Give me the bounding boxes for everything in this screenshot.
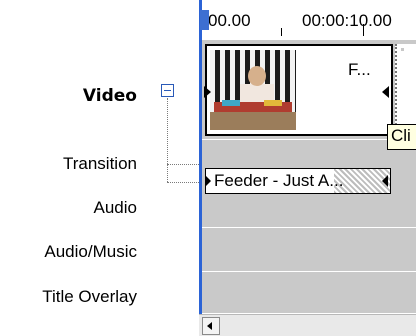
video-thumbnail xyxy=(210,50,296,130)
track-label-audio-music: Audio/Music xyxy=(44,242,137,261)
audio-clip-title: Feeder - Just A... xyxy=(214,171,344,190)
track-label-video: Video xyxy=(82,86,137,106)
next-video-clip[interactable] xyxy=(395,44,416,136)
clip-trim-right-handle[interactable] xyxy=(382,86,389,98)
horizontal-scrollbar[interactable] xyxy=(199,314,416,336)
video-clip[interactable]: F... xyxy=(204,44,393,136)
time-ruler[interactable]: 00.00 00:00:10.00 xyxy=(199,0,416,40)
tree-connector-audio xyxy=(167,182,199,183)
ruler-tick xyxy=(281,28,282,36)
video-clip-title: F... xyxy=(348,60,371,79)
tree-connector-vertical xyxy=(167,98,168,182)
scroll-left-arrow-icon[interactable] xyxy=(202,317,220,335)
title-overlay-track[interactable] xyxy=(202,272,416,314)
track-label-transition: Transition xyxy=(62,154,137,173)
collapse-minus-icon[interactable] xyxy=(161,84,174,97)
clip-trim-left-handle[interactable] xyxy=(204,86,211,98)
audio-clip[interactable]: Feeder - Just A... xyxy=(205,168,391,194)
clip-tooltip: Cli xyxy=(387,124,416,150)
ruler-tick xyxy=(363,24,364,36)
playhead-line[interactable] xyxy=(199,0,202,336)
playhead-handle[interactable] xyxy=(200,10,209,30)
audio-trim-left-handle[interactable] xyxy=(206,175,211,187)
track-label-audio: Audio xyxy=(93,198,137,217)
audio-trim-right-handle[interactable] xyxy=(382,175,388,187)
ruler-mark-time: 00:00:10.00 xyxy=(302,11,392,30)
tree-connector-transition xyxy=(167,164,199,165)
track-label-title-overlay: Title Overlay xyxy=(42,287,137,306)
timeline[interactable]: 00.00 00:00:10.00 F... Feeder - Just A..… xyxy=(199,0,416,336)
ruler-start-time: 00.00 xyxy=(208,11,251,30)
audio-music-track[interactable] xyxy=(202,228,416,272)
